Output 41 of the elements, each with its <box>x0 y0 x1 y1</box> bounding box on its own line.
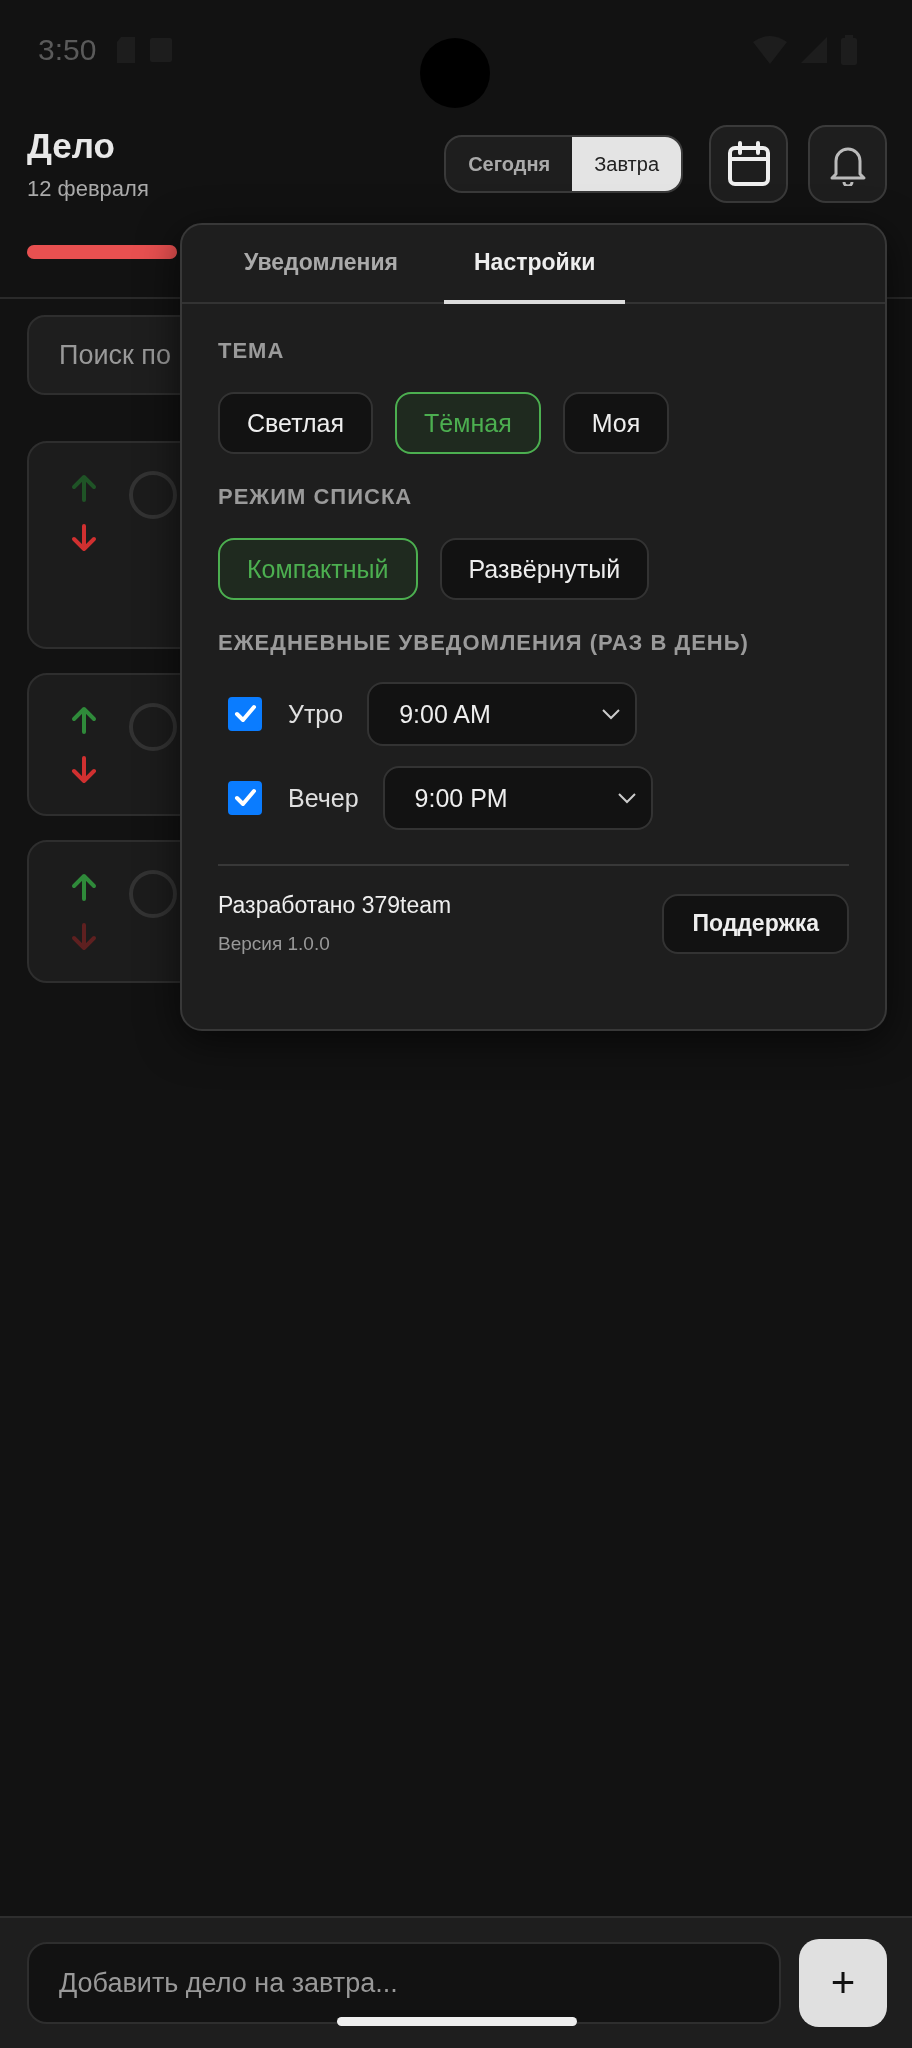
day-tab[interactable]: Сегодня <box>446 137 573 191</box>
checkbox[interactable] <box>228 781 262 815</box>
support-button[interactable]: Поддержка <box>662 893 849 954</box>
theme-option[interactable]: Светлая <box>218 392 374 454</box>
panel-tab[interactable]: Настройки <box>444 225 626 304</box>
theme-option[interactable]: Моя <box>562 392 670 454</box>
chevron-down-icon <box>601 708 622 720</box>
up-arrow-icon <box>69 705 99 735</box>
time-select[interactable]: 9:00 PM <box>382 766 653 830</box>
move-down-button[interactable] <box>69 755 99 785</box>
credit-text: Разработано 379team <box>218 892 452 919</box>
add-button[interactable]: + <box>799 1939 887 2027</box>
section-heading: ЕЖЕДНЕВНЫЕ УВЕДОМЛЕНИЯ (РАЗ В ДЕНЬ) <box>218 630 750 656</box>
down-arrow-icon <box>69 755 99 785</box>
reminder-label: Вечер <box>288 783 359 813</box>
add-task-field[interactable]: Добавить дело на завтра... <box>27 1942 781 2024</box>
panel-tab[interactable]: Уведомления <box>230 225 428 304</box>
time-select[interactable]: 9:00 AM <box>367 682 638 746</box>
up-arrow-icon <box>69 473 99 503</box>
down-arrow-icon <box>69 922 99 952</box>
move-down-button[interactable] <box>69 523 99 553</box>
section-heading: РЕЖИМ СПИСКА <box>218 484 414 510</box>
section-heading: ТЕМА <box>218 338 286 364</box>
day-tab[interactable]: Завтра <box>572 137 681 191</box>
list-mode-option[interactable]: Развёрнутый <box>439 538 650 600</box>
status-time: 3:50 <box>38 33 97 67</box>
calendar-icon <box>726 141 771 187</box>
app-title: Дело <box>27 126 116 166</box>
chevron-down-icon <box>616 792 637 804</box>
up-arrow-icon <box>69 872 99 902</box>
reminder-label: Утро <box>288 699 344 729</box>
move-up-button[interactable] <box>69 872 99 902</box>
down-arrow-icon <box>69 523 99 553</box>
date-label: 12 февраля <box>27 176 150 202</box>
version-text: Версия 1.0.0 <box>218 933 331 955</box>
theme-option[interactable]: Тёмная <box>395 392 541 454</box>
calendar-button[interactable] <box>709 125 788 203</box>
notifications-button[interactable] <box>808 125 887 203</box>
checkbox[interactable] <box>228 697 262 731</box>
list-mode-option[interactable]: Компактный <box>218 538 418 600</box>
move-up-button[interactable] <box>69 705 99 735</box>
